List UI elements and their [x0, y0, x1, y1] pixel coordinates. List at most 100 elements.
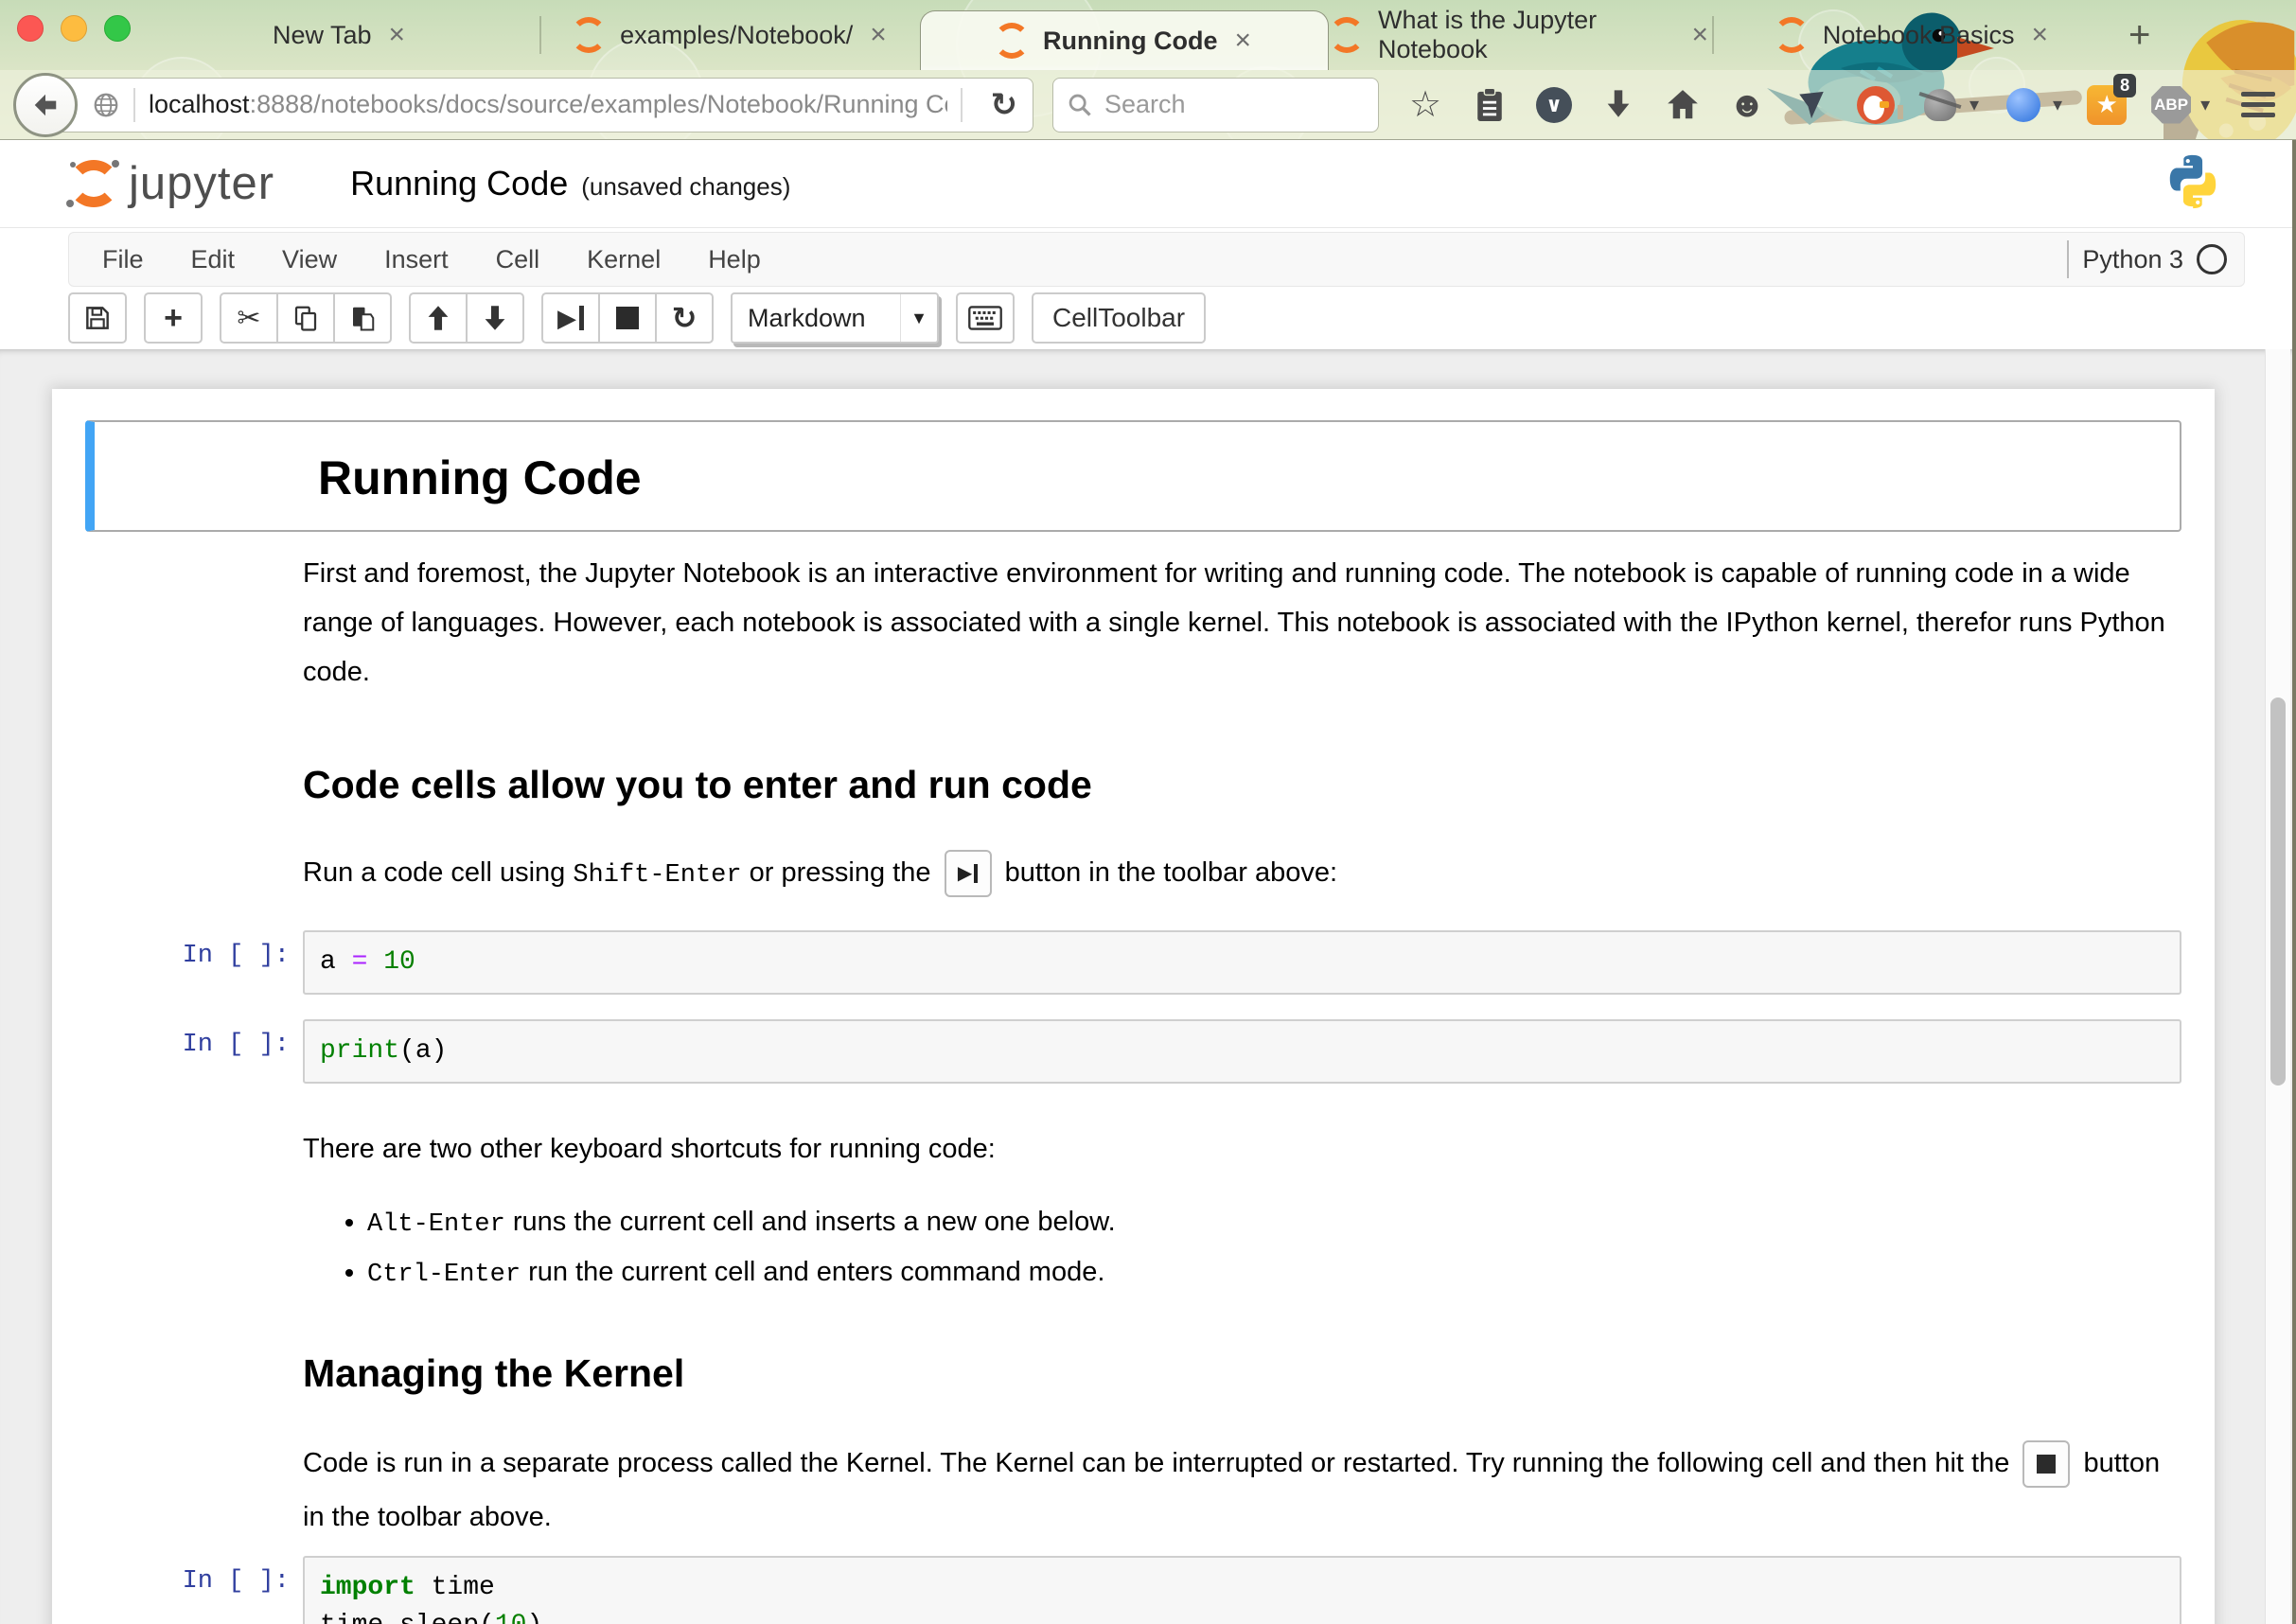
reload-button[interactable]: ↻: [976, 86, 1033, 124]
cut-cell-button[interactable]: ✂: [220, 292, 278, 344]
notebook-header: jupyter Running Code (unsaved changes): [0, 140, 2296, 228]
tab-close-icon[interactable]: ×: [385, 21, 410, 49]
menu-kernel[interactable]: Kernel: [563, 245, 684, 274]
menu-help[interactable]: Help: [684, 245, 785, 274]
bookmark-star-button[interactable]: ☆: [1405, 84, 1445, 126]
back-button[interactable]: [13, 73, 78, 137]
markdown-cell-run-line[interactable]: Run a code cell using Shift-Enter or pre…: [85, 848, 2181, 900]
copy-cell-button[interactable]: [276, 292, 335, 344]
star-badge-extension-button[interactable]: ★ 8: [2087, 84, 2127, 126]
menu-cell[interactable]: Cell: [472, 245, 564, 274]
maximize-window-button[interactable]: [104, 15, 131, 42]
reading-list-button[interactable]: [1470, 84, 1510, 126]
inline-stop-button-icon: [2022, 1440, 2070, 1488]
close-window-button[interactable]: [17, 15, 44, 42]
code-input-area[interactable]: a = 10: [303, 930, 2181, 995]
fly-icon: [1924, 89, 1956, 121]
markdown-cell-shortcuts[interactable]: There are two other keyboard shortcuts f…: [85, 1124, 2181, 1298]
menu-button[interactable]: [2241, 92, 2275, 117]
duckduckgo-button[interactable]: [1856, 84, 1896, 126]
jupyter-logo[interactable]: jupyter: [68, 157, 274, 210]
command-palette-button[interactable]: [956, 292, 1015, 344]
url-host: localhost: [149, 90, 250, 118]
select-arrow-icon: ▼: [900, 294, 937, 342]
menu-edit[interactable]: Edit: [168, 245, 259, 274]
tab-title: examples/Notebook/: [620, 21, 853, 50]
adblock-plus-button[interactable]: ABP: [2151, 84, 2191, 126]
section-heading-code-cells: Code cells allow you to enter and run co…: [303, 763, 2181, 807]
tab-title: New Tab: [273, 21, 372, 50]
chevron-down-icon[interactable]: ▾: [2200, 93, 2210, 116]
downloads-button[interactable]: [1598, 84, 1638, 126]
menu-insert[interactable]: Insert: [361, 245, 472, 274]
blue-extension-icon: [2006, 88, 2040, 122]
section-heading-kernel: Managing the Kernel: [303, 1351, 2181, 1396]
run-cell-button[interactable]: ▶: [541, 292, 600, 344]
minimize-window-button[interactable]: [61, 15, 87, 42]
tab-close-icon[interactable]: ×: [2028, 21, 2053, 49]
pocket-button[interactable]: ∨: [1534, 84, 1574, 126]
back-arrow-icon: [31, 91, 60, 119]
search-field[interactable]: Search: [1052, 78, 1379, 132]
notebook-menubar: File Edit View Insert Cell Kernel Help P…: [68, 232, 2245, 287]
scrollbar-thumb[interactable]: [2270, 697, 2286, 1086]
code-cell[interactable]: In [ ]: a = 10: [85, 930, 2181, 995]
home-button[interactable]: [1663, 84, 1703, 126]
window-right-edge: [2292, 140, 2296, 1624]
chevron-down-icon[interactable]: ▾: [2053, 93, 2062, 116]
notebook-scroll-area: Running Code First and foremost, the Jup…: [0, 349, 2296, 1624]
celltoolbar-button[interactable]: CellToolbar: [1032, 292, 1206, 344]
blue-extension-button[interactable]: [2004, 84, 2043, 126]
move-cell-down-button[interactable]: [466, 292, 524, 344]
tab-close-icon[interactable]: ×: [866, 21, 891, 49]
code-input-area[interactable]: print(a): [303, 1019, 2181, 1084]
fly-extension-button[interactable]: [1920, 84, 1960, 126]
tab-notebook-basics[interactable]: Notebook Basics ×: [1714, 0, 2111, 70]
smiley-icon: ☻: [1728, 87, 1766, 123]
tab-new-tab[interactable]: New Tab ×: [142, 0, 539, 70]
kernel-paragraph: Code is run in a separate process called…: [303, 1437, 2181, 1545]
new-tab-button[interactable]: +: [2111, 16, 2167, 54]
code-cell[interactable]: In [ ]: print(a): [85, 1019, 2181, 1084]
move-cell-up-button[interactable]: [409, 292, 468, 344]
interrupt-kernel-button[interactable]: [598, 292, 657, 344]
chevron-down-icon[interactable]: ▾: [1969, 93, 1979, 116]
code-input-area[interactable]: import time time.sleep(10): [303, 1556, 2181, 1624]
page-scrollbar[interactable]: [2265, 349, 2290, 1624]
markdown-cell-title[interactable]: Running Code: [85, 420, 2181, 532]
menu-view[interactable]: View: [258, 245, 361, 274]
restart-kernel-button[interactable]: ↻: [655, 292, 714, 344]
insert-cell-button[interactable]: +: [144, 292, 203, 344]
edit-button-group: ✂: [220, 292, 392, 344]
address-text[interactable]: localhost:8888/notebooks/docs/source/exa…: [149, 90, 947, 119]
tab-close-icon[interactable]: ×: [1687, 21, 1712, 49]
arrow-up-icon: [425, 304, 451, 332]
tab-examples-notebook[interactable]: examples/Notebook/ ×: [541, 0, 920, 70]
menu-file[interactable]: File: [79, 245, 168, 274]
markdown-cell-h2-kernel[interactable]: Managing the Kernel: [85, 1351, 2181, 1396]
smiley-extension-button[interactable]: ☻: [1727, 84, 1767, 126]
clipboard-icon: [1474, 86, 1506, 124]
paste-cell-button[interactable]: [333, 292, 392, 344]
notebook-h1: Running Code: [318, 450, 2174, 505]
markdown-cell-kernel-para[interactable]: Code is run in a separate process called…: [85, 1437, 2181, 1545]
tab-running-code-active[interactable]: Running Code ×: [920, 10, 1329, 70]
loading-spinner-icon: [1774, 17, 1810, 53]
tab-close-icon[interactable]: ×: [1230, 26, 1255, 55]
markdown-cell-h2-code[interactable]: Code cells allow you to enter and run co…: [85, 763, 2181, 807]
notification-badge: 8: [2113, 74, 2136, 97]
notebook-title[interactable]: Running Code: [350, 164, 568, 203]
duckduckgo-icon: [1857, 86, 1895, 124]
url-bar[interactable]: localhost:8888/notebooks/docs/source/exa…: [49, 78, 1033, 132]
markdown-cell-intro[interactable]: First and foremost, the Jupyter Notebook…: [85, 549, 2181, 697]
cell-type-select[interactable]: Markdown ▼: [731, 292, 939, 344]
code-cell[interactable]: In [ ]: import time time.sleep(10): [85, 1556, 2181, 1624]
search-placeholder: Search: [1104, 90, 1186, 119]
plus-icon: +: [164, 300, 183, 337]
save-button[interactable]: [68, 292, 127, 344]
loading-spinner-icon: [571, 17, 607, 53]
save-icon: [82, 303, 113, 333]
tab-what-is-jupyter[interactable]: What is the Jupyter Notebook ×: [1329, 0, 1712, 70]
download-icon: [1602, 87, 1634, 123]
send-extension-button[interactable]: [1792, 84, 1831, 126]
